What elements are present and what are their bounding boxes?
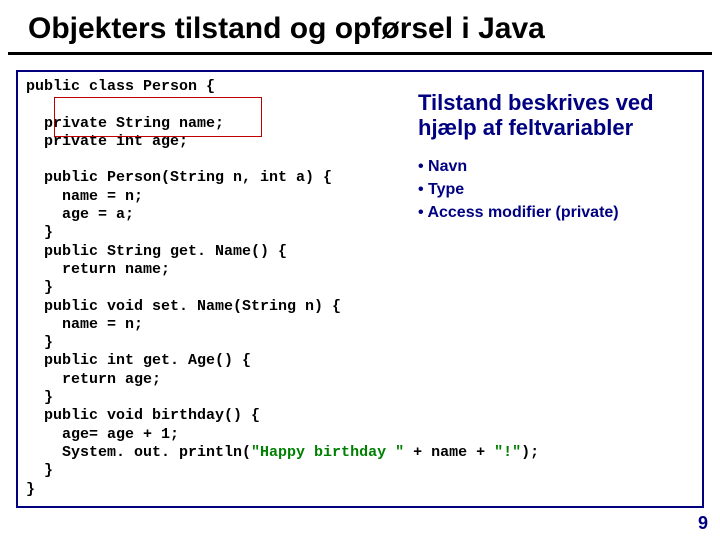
- code-line: return age;: [26, 371, 161, 388]
- explanation-panel: Tilstand beskrives ved hjælp af feltvari…: [418, 90, 698, 224]
- code-line: System. out. println(: [26, 444, 251, 461]
- code-line: name = n;: [26, 188, 143, 205]
- slide-title: Objekters tilstand og opførsel i Java: [8, 0, 712, 55]
- code-line: name = n;: [26, 316, 143, 333]
- code-string: "Happy birthday ": [251, 444, 404, 461]
- code-line: }: [26, 334, 53, 351]
- code-line: public int get. Age() {: [26, 352, 251, 369]
- page-number: 9: [698, 513, 708, 534]
- explanation-bullet: Navn: [418, 155, 698, 178]
- code-line: }: [26, 224, 53, 241]
- code-line: public void set. Name(String n) {: [26, 298, 341, 315]
- explanation-bullet: Access modifier (private): [418, 201, 698, 224]
- code-line: }: [26, 389, 53, 406]
- code-line: private String name;: [26, 115, 224, 132]
- slide: Objekters tilstand og opførsel i Java pu…: [0, 0, 720, 540]
- code-string: "!": [494, 444, 521, 461]
- code-box: public class Person { private String nam…: [16, 70, 704, 508]
- explanation-heading: Tilstand beskrives ved hjælp af feltvari…: [418, 90, 698, 141]
- code-line: age = a;: [26, 206, 134, 223]
- code-line: private int age;: [26, 133, 188, 150]
- code-line: public class Person {: [26, 78, 215, 95]
- code-line: public void birthday() {: [26, 407, 260, 424]
- code-line: public Person(String n, int a) {: [26, 169, 332, 186]
- code-line: }: [26, 481, 35, 498]
- code-line: );: [521, 444, 539, 461]
- code-line: age= age + 1;: [26, 426, 179, 443]
- code-line: + name +: [404, 444, 494, 461]
- explanation-list: Navn Type Access modifier (private): [418, 155, 698, 225]
- code-line: }: [26, 279, 53, 296]
- code-line: public String get. Name() {: [26, 243, 287, 260]
- code-line: return name;: [26, 261, 170, 278]
- code-line: }: [26, 462, 53, 479]
- explanation-bullet: Type: [418, 178, 698, 201]
